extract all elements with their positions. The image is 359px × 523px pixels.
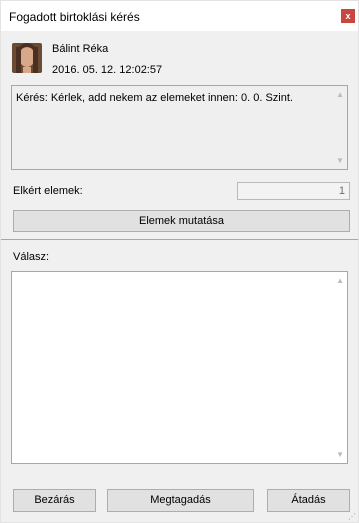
- request-message-text: Kérés: Kérlek, add nekem az elemeket inn…: [16, 92, 293, 104]
- scroll-down-icon[interactable]: ▼: [336, 450, 344, 459]
- show-items-button[interactable]: Elemek mutatása: [13, 210, 350, 232]
- reject-button[interactable]: Megtagadás: [107, 489, 254, 512]
- requested-items-count: 1: [237, 182, 350, 200]
- close-button[interactable]: Bezárás: [13, 489, 96, 512]
- request-timestamp: 2016. 05. 12. 12:02:57: [52, 64, 163, 76]
- sender-name: Bálint Réka: [52, 43, 109, 55]
- transfer-button[interactable]: Átadás: [267, 489, 350, 512]
- window-title: Fogadott birtoklási kérés: [9, 10, 140, 24]
- avatar: [12, 43, 42, 73]
- user-photo-icon: [12, 43, 42, 73]
- scroll-up-icon[interactable]: ▲: [336, 276, 344, 285]
- resize-grip-icon[interactable]: ⋰: [348, 513, 356, 521]
- divider: [1, 239, 358, 240]
- reply-textarea[interactable]: ▲ ▼: [11, 271, 348, 464]
- reply-label: Válasz:: [13, 251, 50, 263]
- requested-items-label: Elkért elemek:: [13, 185, 83, 197]
- scroll-down-icon[interactable]: ▼: [336, 156, 344, 165]
- close-window-button[interactable]: x: [341, 9, 355, 23]
- request-message-box[interactable]: Kérés: Kérlek, add nekem az elemeket inn…: [11, 85, 348, 170]
- scroll-up-icon[interactable]: ▲: [336, 90, 344, 99]
- title-bar[interactable]: Fogadott birtoklási kérés x: [1, 1, 358, 31]
- request-dialog: Fogadott birtoklási kérés x Bálint Réka …: [0, 0, 359, 523]
